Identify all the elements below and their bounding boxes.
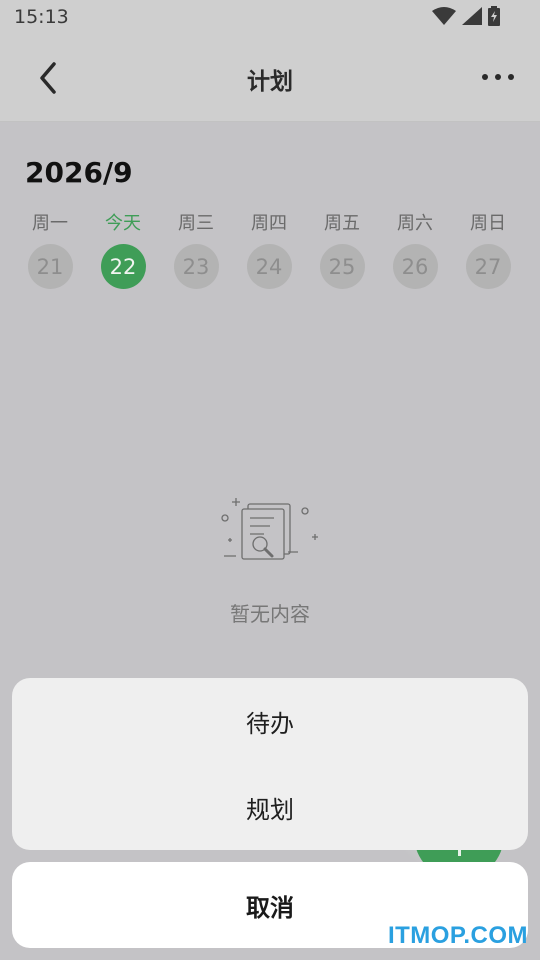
weekday-label: 周一	[32, 213, 68, 234]
screen: 15:13 计划 2026/9 周一 21 今天 22 周三 23 周四 24 …	[0, 0, 540, 960]
day-column[interactable]: 周四 24	[234, 212, 304, 289]
date-circle[interactable]: 26	[392, 244, 438, 289]
day-column[interactable]: 周三 23	[161, 212, 231, 289]
date-circle[interactable]: 25	[319, 244, 365, 289]
option-todo[interactable]: 待办	[12, 678, 528, 764]
month-title: 2026/9	[25, 156, 133, 189]
day-column[interactable]: 周一 21	[15, 212, 85, 289]
date-circle[interactable]: 21	[27, 244, 73, 289]
more-options-button[interactable]	[482, 70, 514, 84]
date-circle[interactable]: 24	[246, 244, 292, 289]
status-icons	[432, 6, 500, 26]
date-circle[interactable]: 23	[173, 244, 219, 289]
signal-icon	[462, 7, 482, 25]
wifi-icon	[432, 7, 456, 25]
watermark-logo: ITMOP.COM	[387, 922, 528, 949]
day-column[interactable]: 周六 26	[380, 212, 450, 289]
weekday-label: 周日	[470, 213, 506, 234]
status-time: 15:13	[14, 6, 69, 28]
option-plan[interactable]: 规划	[12, 764, 528, 850]
app-header: 计划	[0, 34, 540, 122]
dot-icon	[495, 74, 501, 80]
weekday-label: 周四	[251, 213, 287, 234]
battery-icon	[488, 6, 500, 26]
dot-icon	[482, 74, 488, 80]
date-circle[interactable]: 27	[465, 244, 511, 289]
dot-icon	[508, 74, 514, 80]
weekday-label-today: 今天	[105, 213, 141, 234]
document-search-icon	[221, 498, 318, 560]
action-sheet-options: 待办 规划	[12, 678, 528, 850]
weekday-label: 周三	[178, 213, 214, 234]
day-column[interactable]: 周日 27	[453, 212, 523, 289]
day-column-today[interactable]: 今天 22	[88, 212, 158, 289]
day-column[interactable]: 周五 25	[307, 212, 377, 289]
empty-state-text: 暂无内容	[230, 602, 310, 626]
week-row: 周一 21 今天 22 周三 23 周四 24 周五 25 周六 26 周日 2…	[15, 212, 525, 292]
weekday-label: 周五	[324, 213, 360, 234]
weekday-label: 周六	[397, 213, 433, 234]
status-bar: 15:13	[0, 0, 540, 34]
page-title: 计划	[247, 69, 293, 95]
date-circle-today[interactable]: 22	[100, 244, 146, 289]
